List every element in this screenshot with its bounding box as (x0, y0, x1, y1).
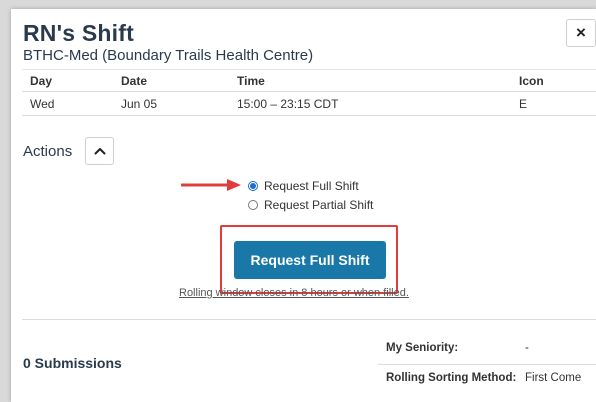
shift-table: Day Date Time Icon Wed Jun 05 15:00 – 23… (22, 69, 596, 116)
column-header-time: Time (229, 69, 511, 92)
radio-request-full-shift[interactable]: Request Full Shift (248, 179, 359, 193)
request-full-shift-button[interactable]: Request Full Shift (234, 241, 386, 279)
actions-toggle-button[interactable] (85, 137, 114, 165)
page-subtitle: BTHC-Med (Boundary Trails Health Centre) (23, 47, 314, 64)
sorting-method-value: First Come (525, 372, 582, 384)
section-divider (22, 319, 596, 320)
table-header-row: Day Date Time Icon (22, 69, 596, 92)
seniority-value: - (525, 342, 529, 354)
radio-request-partial-shift[interactable]: Request Partial Shift (248, 198, 373, 212)
close-button[interactable]: × (566, 19, 596, 47)
radio-label-full-shift: Request Full Shift (264, 179, 359, 193)
cell-date: Jun 05 (113, 91, 229, 116)
sorting-method-label: Rolling Sorting Method: (386, 372, 517, 384)
sorting-method-row: Rolling Sorting Method: First Come (378, 370, 596, 396)
chevron-up-icon (94, 148, 105, 155)
cell-time: 15:00 – 23:15 CDT (229, 91, 511, 116)
cell-icon: E (511, 91, 596, 116)
cell-day: Wed (22, 91, 113, 116)
column-header-day: Day (22, 69, 113, 92)
seniority-label: My Seniority: (386, 342, 459, 354)
actions-label: Actions (23, 143, 73, 160)
radio-button-full-shift[interactable] (248, 181, 258, 191)
radio-button-partial-shift[interactable] (248, 200, 258, 210)
page-title: RN's Shift (23, 20, 134, 46)
table-row: Wed Jun 05 15:00 – 23:15 CDT E (22, 91, 596, 116)
arrow-right-icon (181, 179, 241, 191)
radio-label-partial-shift: Request Partial Shift (264, 198, 374, 212)
shift-modal: RN's Shift BTHC-Med (Boundary Trails Hea… (11, 9, 596, 402)
submissions-count: 0 Submissions (23, 355, 122, 371)
column-header-icon: Icon (511, 69, 596, 92)
column-header-date: Date (113, 69, 229, 92)
seniority-row: My Seniority: - (378, 339, 596, 365)
rolling-window-note: Rolling window closes in 8 hours or when… (179, 287, 409, 299)
close-icon: × (576, 23, 586, 42)
